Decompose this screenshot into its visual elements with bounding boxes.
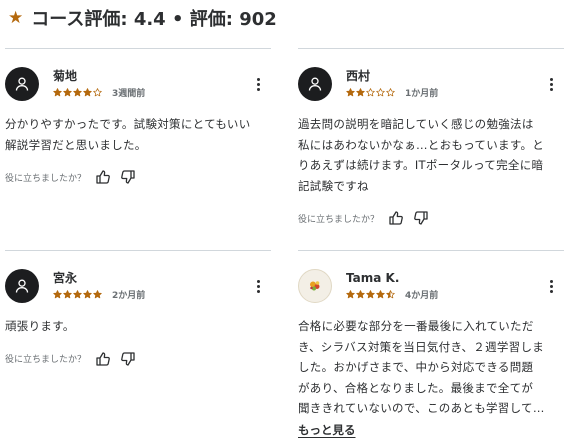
review-time: 4か月前	[405, 291, 439, 301]
divider	[5, 48, 271, 49]
review-line: りあえずは続けます。ITポータルって完全に暗	[298, 158, 544, 172]
rating-star-icon	[366, 88, 375, 97]
review-line: 頑張ります。	[5, 319, 75, 333]
rating-star-icon	[73, 290, 82, 299]
more-options-icon[interactable]	[251, 76, 265, 92]
rating-star-icon	[63, 88, 72, 97]
rating-star-icon	[83, 88, 92, 97]
rating-star-icon	[53, 290, 62, 299]
rating-star-icon	[53, 88, 62, 97]
course-rating-title: コース評価: 4.4 • 評価: 902	[31, 9, 277, 30]
thumbs-up-icon[interactable]	[95, 351, 111, 367]
rating-star-icon	[386, 88, 395, 97]
rating-star-icon	[376, 290, 385, 299]
fruit-photo-avatar	[298, 269, 332, 303]
review-text: 分かりやすかったです。試験対策にとてもいい 解説学習だと思いました。	[5, 114, 271, 155]
rating-star-icon	[346, 88, 355, 97]
review-card: Tama K. 4か月前 合格に必要な部分を一番最後に入れていただ き、シラバス…	[298, 250, 564, 438]
rating-star-icon	[376, 88, 385, 97]
user-icon	[5, 269, 39, 303]
review-time: 2か月前	[112, 291, 146, 301]
thumbs-down-icon[interactable]	[120, 351, 136, 367]
thumbs-down-icon[interactable]	[120, 169, 136, 185]
show-more-link[interactable]: もっと見る	[298, 422, 356, 438]
user-icon	[298, 67, 332, 101]
thumbs-up-icon[interactable]	[388, 210, 404, 226]
review-line: 分かりやすかったです。試験対策にとてもいい	[5, 117, 251, 131]
rating-star-icon	[356, 290, 365, 299]
rating-star-icon	[366, 290, 375, 299]
more-options-icon[interactable]	[544, 278, 558, 294]
review-card: 菊地 3週間前 分かりやすかったです。試験対策にとてもいい 解説学習だと思いまし…	[5, 48, 271, 185]
review-time: 3週間前	[112, 89, 146, 99]
more-options-icon[interactable]	[251, 278, 265, 294]
review-line: 解説学習だと思いました。	[5, 137, 147, 152]
review-line: 記試験ですね	[298, 178, 369, 193]
user-icon	[5, 67, 39, 101]
rating-star-icon	[356, 88, 365, 97]
review-card: 宮永 2か月前 頑張ります。 役に立ちましたか？	[5, 250, 271, 367]
review-card: 西村 1か月前 過去問の説明を暗記していく感じの勉強法は 私にはあわないかなぁ……	[298, 48, 564, 226]
helpful-row: 役に立ちましたか？	[5, 169, 271, 185]
review-line: があり、合格となりました。最後まで全てが	[298, 380, 534, 395]
review-line: 合格に必要な部分を一番最後に入れていただ	[298, 319, 534, 333]
thumbs-up-icon[interactable]	[95, 169, 111, 185]
reviewer-name: Tama K.	[346, 271, 400, 285]
star-rating	[346, 290, 395, 299]
review-line: 私にはあわないかなぁ…とおもっています。と	[298, 137, 545, 152]
review-text: 過去問の説明を暗記していく感じの勉強法は 私にはあわないかなぁ…とおもっています…	[298, 114, 564, 196]
helpful-row: 役に立ちましたか？	[298, 210, 564, 226]
rating-star-icon	[346, 290, 355, 299]
divider	[298, 48, 564, 49]
reviewer-name: 菊地	[53, 69, 78, 83]
review-text: 頑張ります。	[5, 316, 271, 337]
review-text: 合格に必要な部分を一番最後に入れていただ き、シラバス対策を当日気付き、２週学習…	[298, 316, 564, 419]
review-line: 聞ききれていないので、このあとも学習して…	[298, 401, 545, 415]
divider	[5, 250, 271, 251]
rating-star-icon	[63, 290, 72, 299]
helpful-prompt: 役に立ちましたか？	[298, 214, 380, 225]
review-line: 過去問の説明を暗記していく感じの勉強法は	[298, 117, 534, 131]
more-options-icon[interactable]	[544, 76, 558, 92]
rating-star-icon	[73, 88, 82, 97]
star-rating	[53, 290, 102, 299]
rating-star-icon	[386, 290, 395, 299]
helpful-prompt: 役に立ちましたか？	[5, 355, 87, 365]
course-rating-header: ★ コース評価: 4.4 • 評価: 902	[8, 4, 277, 32]
helpful-prompt: 役に立ちましたか？	[5, 173, 87, 184]
thumbs-down-icon[interactable]	[413, 210, 429, 226]
rating-star-icon	[83, 290, 92, 299]
star-rating	[53, 88, 102, 97]
helpful-row: 役に立ちましたか？	[5, 351, 271, 367]
rating-star-icon	[93, 290, 102, 299]
rating-star-icon	[93, 88, 102, 97]
review-time: 1か月前	[405, 89, 439, 99]
review-line: した。おかげさまで、中から対応できる問題	[298, 360, 534, 374]
reviewer-name: 西村	[346, 69, 371, 83]
divider	[298, 250, 564, 251]
reviewer-name: 宮永	[53, 271, 78, 285]
star-icon: ★	[8, 7, 24, 28]
review-line: き、シラバス対策を当日気付き、２週学習しま	[298, 339, 545, 354]
star-rating	[346, 88, 395, 97]
